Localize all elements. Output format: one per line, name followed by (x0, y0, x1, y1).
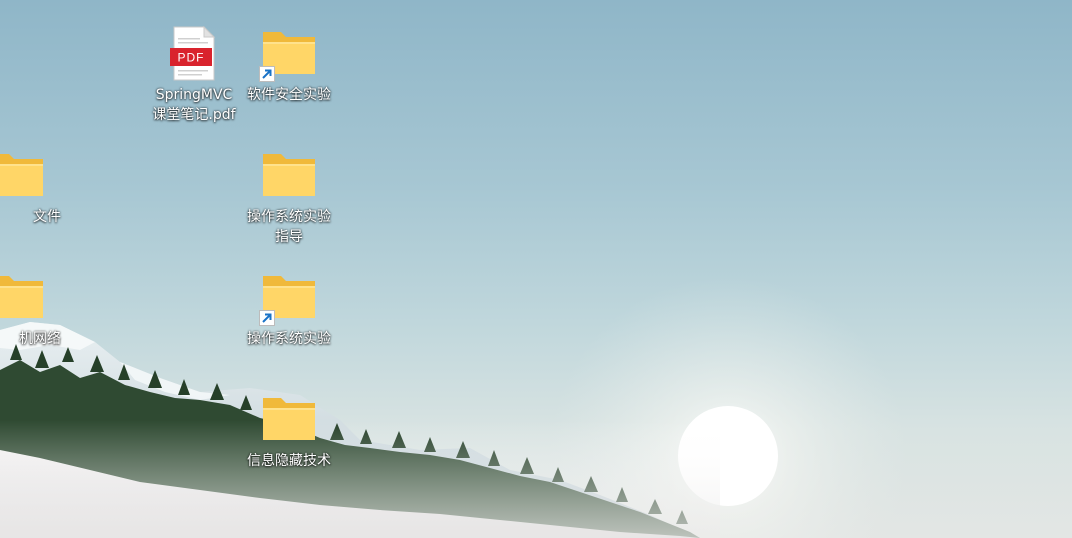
shortcut-arrow-icon (259, 310, 275, 326)
pdf-file-icon: PDF (164, 25, 224, 82)
icon-label: 文件 (33, 209, 61, 225)
desktop-icon-springmvc-pdf[interactable]: PDF SpringMVC 课堂笔记.pdf (146, 25, 242, 125)
icon-label: 操作系统实验 指导 (247, 209, 331, 245)
desktop-icon-computer-network[interactable]: 机网络 (0, 270, 65, 349)
folder-icon (259, 148, 319, 204)
desktop[interactable]: PDF SpringMVC 课堂笔记.pdf 软件安全实验 文件 操作系统实验 … (0, 0, 1072, 538)
folder-icon (259, 270, 319, 326)
desktop-icon-files[interactable]: 文件 (0, 148, 65, 227)
icon-label: 信息隐藏技术 (247, 453, 331, 469)
folder-icon (0, 148, 47, 204)
desktop-icon-info-hiding[interactable]: 信息隐藏技术 (241, 392, 337, 471)
folder-icon (259, 392, 319, 448)
pdf-badge-text: PDF (178, 51, 205, 65)
icon-label: 操作系统实验 (247, 331, 331, 347)
folder-icon (259, 26, 319, 82)
icon-label: 软件安全实验 (247, 87, 331, 103)
folder-icon (0, 270, 47, 326)
icon-label: SpringMVC 课堂笔记.pdf (152, 87, 236, 123)
icon-label: 机网络 (19, 331, 61, 347)
desktop-icon-os-lab-guide[interactable]: 操作系统实验 指导 (241, 148, 337, 247)
desktop-icon-os-lab[interactable]: 操作系统实验 (241, 270, 337, 349)
desktop-icon-software-security-lab[interactable]: 软件安全实验 (241, 26, 337, 105)
shortcut-arrow-icon (259, 66, 275, 82)
